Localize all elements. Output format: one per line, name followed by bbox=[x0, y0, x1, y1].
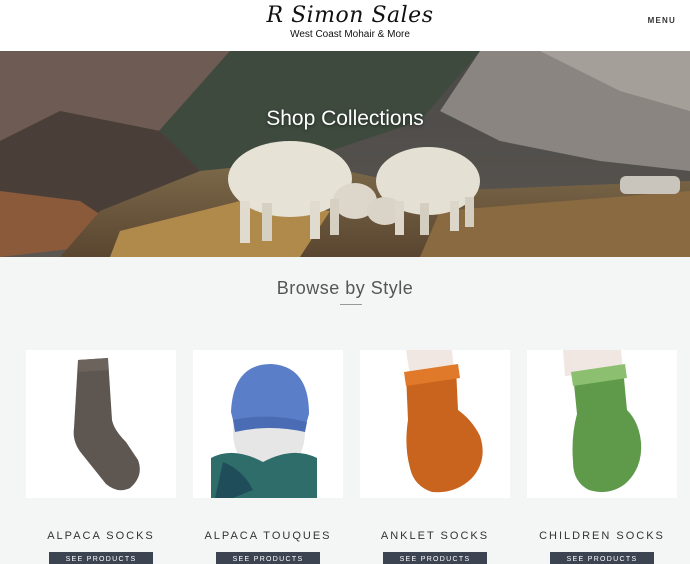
product-card-alpaca-socks: ALPACA SOCKS SEE PRODUCTS bbox=[26, 350, 176, 564]
section-title: Browse by Style bbox=[276, 278, 414, 298]
see-products-button[interactable]: SEE PRODUCTS bbox=[216, 552, 320, 564]
product-image[interactable] bbox=[527, 350, 677, 498]
brand-tagline: West Coast Mohair & More bbox=[290, 29, 410, 40]
product-label[interactable]: ALPACA TOUQUES bbox=[193, 530, 343, 542]
brand-name: R Simon Sales bbox=[266, 3, 434, 28]
product-label[interactable]: ALPACA SOCKS bbox=[26, 530, 176, 542]
section-divider bbox=[340, 304, 362, 305]
site-header: R Simon Sales West Coast Mohair & More M… bbox=[0, 0, 690, 51]
see-products-button[interactable]: SEE PRODUCTS bbox=[383, 552, 487, 564]
product-image[interactable] bbox=[360, 350, 510, 498]
hero-image bbox=[0, 51, 690, 257]
see-products-button[interactable]: SEE PRODUCTS bbox=[550, 552, 654, 564]
site-logo[interactable]: R Simon Sales West Coast Mohair & More bbox=[250, 3, 450, 41]
hero-title: Shop Collections bbox=[266, 107, 424, 130]
product-card-anklet-socks: ANKLET SOCKS SEE PRODUCTS bbox=[360, 350, 510, 564]
product-label[interactable]: ANKLET SOCKS bbox=[360, 530, 510, 542]
menu-button[interactable]: MENU bbox=[648, 16, 676, 25]
product-card-children-socks: CHILDREN SOCKS SEE PRODUCTS bbox=[527, 350, 677, 564]
see-products-button[interactable]: SEE PRODUCTS bbox=[49, 552, 153, 564]
product-image[interactable] bbox=[26, 350, 176, 498]
product-card-alpaca-touques: ALPACA TOUQUES SEE PRODUCTS bbox=[193, 350, 343, 564]
product-image[interactable] bbox=[193, 350, 343, 498]
hero-banner: Shop Collections bbox=[0, 51, 690, 257]
product-label[interactable]: CHILDREN SOCKS bbox=[527, 530, 677, 542]
